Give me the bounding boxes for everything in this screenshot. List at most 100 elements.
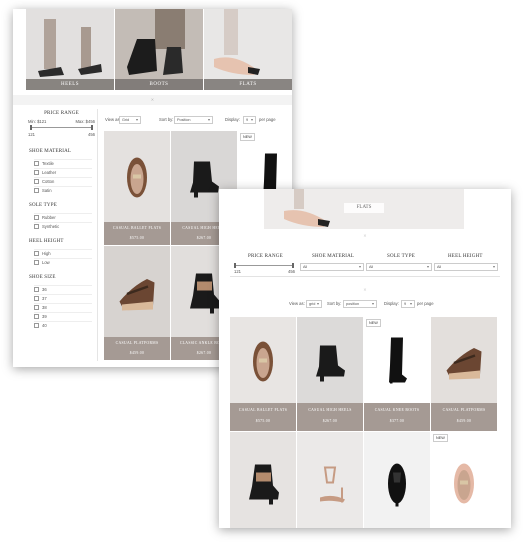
checkbox[interactable] — [34, 323, 39, 329]
price-max-label: Max: $456 — [75, 119, 95, 124]
front-screenshot: FLATS ✕ PRICE RANGE 121 456 SHOE MATERIA… — [219, 189, 511, 528]
product-card[interactable]: CASUAL BALLET FLATS $575.00 — [104, 131, 170, 245]
filter-title: SHOE SIZE — [29, 275, 56, 280]
filter-option[interactable]: Rubber — [34, 213, 92, 222]
product-image[interactable] — [230, 317, 296, 403]
product-card[interactable] — [230, 432, 296, 528]
filter-option[interactable]: 37 — [34, 294, 92, 303]
filter-option-label: High — [42, 251, 51, 256]
per-page-label: per page — [417, 301, 434, 306]
product-image[interactable] — [364, 317, 430, 403]
divider-ornament: ✕ — [363, 233, 367, 238]
product-caption: CASUAL PLATFORMS $459.00 — [431, 403, 497, 431]
product-image[interactable] — [431, 317, 497, 403]
product-name[interactable]: CASUAL PLATFORMS — [431, 408, 497, 412]
product-name[interactable]: CASUAL PLATFORMS — [104, 341, 170, 345]
filter-option-label: Textile — [42, 161, 54, 166]
product-price: $459.00 — [129, 351, 145, 355]
back-toolbar: View as: Grid Sort by: Position Display:… — [101, 113, 292, 127]
checkbox[interactable] — [34, 224, 39, 230]
checkbox[interactable] — [34, 179, 39, 185]
product-image[interactable] — [104, 246, 170, 337]
product-name[interactable]: CASUAL HIGH HEELS — [297, 408, 363, 412]
product-image[interactable] — [104, 131, 170, 222]
filter-option[interactable]: 39 — [34, 312, 92, 321]
product-image[interactable] — [297, 432, 363, 528]
filter-option[interactable]: Textile — [34, 159, 92, 168]
product-card[interactable]: CASUAL PLATFORMS $459.00 — [431, 317, 497, 431]
product-caption: CASUAL HIGH HEELS $267.00 — [297, 403, 363, 431]
heel-height-value: All — [437, 265, 442, 269]
view-as-select[interactable]: Grid — [119, 116, 141, 124]
filter-bar: PRICE RANGE 121 456 SHOE MATERIAL All SO… — [230, 246, 500, 277]
checkbox[interactable] — [34, 305, 39, 311]
front-toolbar: View as: grid Sort by: position Display:… — [289, 299, 489, 309]
checkbox[interactable] — [34, 287, 39, 293]
sort-by-select[interactable]: position — [343, 300, 377, 308]
product-image[interactable] — [230, 432, 296, 528]
new-badge: NEW — [240, 133, 255, 141]
view-as-select[interactable]: grid — [306, 300, 322, 308]
product-caption: CASUAL KNEE BOOTS $377.00 — [364, 403, 430, 431]
price-slider-max-handle[interactable] — [91, 125, 93, 130]
price-min-label: Min: $121 — [28, 119, 47, 124]
category-boots[interactable]: BOOTS — [115, 9, 203, 90]
checkbox[interactable] — [34, 188, 39, 194]
product-name[interactable]: CASUAL BALLET FLATS — [104, 226, 170, 230]
shoe-material-select[interactable]: All — [300, 263, 364, 271]
price-slider-min-handle[interactable] — [234, 263, 236, 268]
filter-option-label: 37 — [42, 296, 47, 301]
shoe-material-title: SHOE MATERIAL — [312, 254, 355, 259]
filter-option[interactable]: Satin — [34, 186, 92, 195]
filter-option-label: 38 — [42, 305, 47, 310]
filter-option[interactable]: Cotton — [34, 177, 92, 186]
checkbox[interactable] — [34, 251, 39, 257]
checkbox[interactable] — [34, 215, 39, 221]
product-card[interactable] — [297, 432, 363, 528]
sidebar: PRICE RANGE Min: $121 Max: $456 121 456 … — [26, 109, 98, 361]
checkbox[interactable] — [34, 260, 39, 266]
checkbox[interactable] — [34, 296, 39, 302]
checkbox[interactable] — [34, 314, 39, 320]
product-card[interactable]: NEW CASUAL KNEE BOOTS $377.00 — [364, 317, 430, 431]
product-card[interactable]: NEW — [431, 432, 497, 528]
category-flats[interactable]: FLATS — [204, 9, 292, 90]
boots-photo — [115, 9, 203, 79]
filter-option[interactable]: 40 — [34, 321, 92, 330]
display-select[interactable]: 9 — [243, 116, 256, 124]
filter-option[interactable]: Low — [34, 258, 92, 267]
product-image[interactable] — [364, 432, 430, 528]
heel-height-title: HEEL HEIGHT — [448, 254, 483, 259]
product-card[interactable] — [364, 432, 430, 528]
price-slider-max-handle[interactable] — [292, 263, 294, 268]
price-slider-min-handle[interactable] — [30, 125, 32, 130]
filter-option[interactable]: High — [34, 249, 92, 258]
category-heels[interactable]: HEELS — [26, 9, 114, 90]
price-range-title: PRICE RANGE — [248, 254, 283, 259]
filter-option[interactable]: 38 — [34, 303, 92, 312]
product-image[interactable] — [297, 317, 363, 403]
filter-option[interactable]: 36 — [34, 285, 92, 294]
product-name[interactable]: CASUAL BALLET FLATS — [230, 408, 296, 412]
product-price: $459.00 — [456, 419, 472, 423]
flats-banner[interactable]: FLATS — [264, 189, 464, 229]
filter-option[interactable]: Leather — [34, 168, 92, 177]
heel-height-select[interactable]: All — [434, 263, 498, 271]
price-slider-track[interactable] — [30, 127, 93, 128]
product-image[interactable] — [431, 432, 497, 528]
display-select[interactable]: 9 — [401, 300, 415, 308]
price-slider-track[interactable] — [234, 265, 294, 266]
checkbox[interactable] — [34, 170, 39, 176]
checkbox[interactable] — [34, 161, 39, 167]
product-card[interactable]: CASUAL PLATFORMS $459.00 — [104, 246, 170, 360]
product-card[interactable]: CASUAL BALLET FLATS $575.00 — [230, 317, 296, 431]
sort-by-label: Sort by: — [327, 301, 342, 306]
product-card[interactable]: CASUAL HIGH HEELS $267.00 — [297, 317, 363, 431]
flats-photo — [214, 9, 260, 75]
filter-option-label: 39 — [42, 314, 47, 319]
product-name[interactable]: CASUAL KNEE BOOTS — [364, 408, 430, 412]
sort-by-select[interactable]: Position — [174, 116, 213, 124]
filter-option[interactable]: Synthetic — [34, 222, 92, 231]
display-value: 9 — [246, 118, 249, 122]
sole-type-select[interactable]: All — [366, 263, 432, 271]
